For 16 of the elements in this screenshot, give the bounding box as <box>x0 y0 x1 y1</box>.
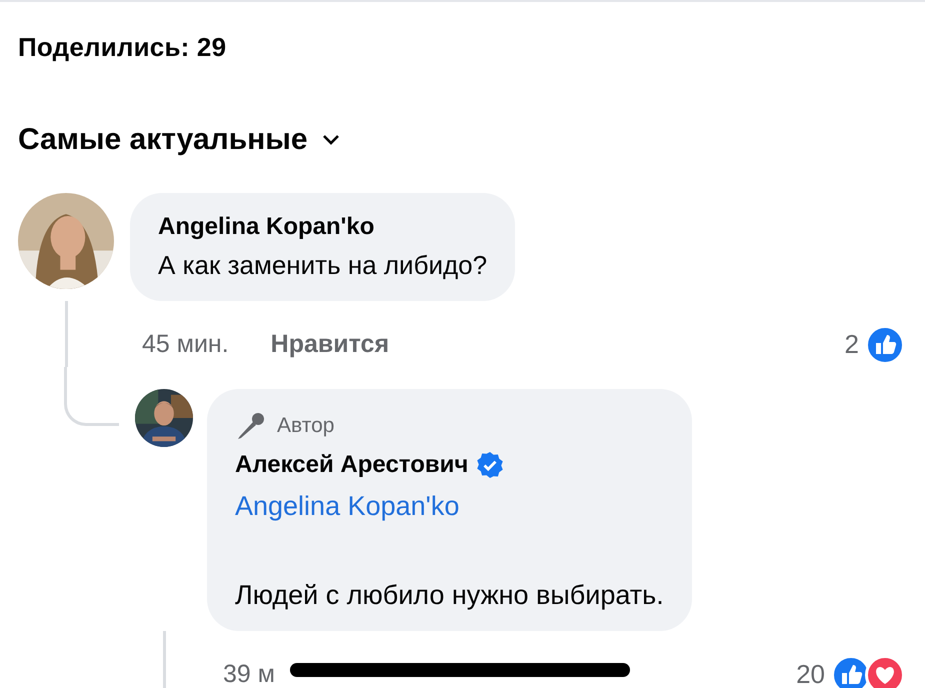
microphone-icon <box>235 410 267 441</box>
mention-link[interactable]: Angelina Kopan'ko <box>235 490 460 522</box>
thread-line <box>162 630 166 688</box>
comment-author[interactable]: Алексей Арестович <box>235 450 468 479</box>
like-button[interactable]: Нравится <box>270 330 390 360</box>
chevron-down-icon <box>322 134 340 146</box>
shares-count: Поделились: 29 <box>18 32 228 63</box>
sort-dropdown[interactable]: Самые актуальные <box>18 123 340 157</box>
comment-text: А как заменить на либидо? <box>158 249 488 282</box>
comment-time: 39 м <box>223 660 275 688</box>
comment-time: 45 мин. <box>142 330 229 360</box>
author-label: Автор <box>277 414 334 438</box>
comment-author[interactable]: Angelina Kopan'ko <box>158 213 374 241</box>
reply-text: Людей с любило нужно выбирать. <box>235 580 664 611</box>
reaction-count: 2 <box>844 329 859 360</box>
reaction-count: 20 <box>796 659 825 688</box>
